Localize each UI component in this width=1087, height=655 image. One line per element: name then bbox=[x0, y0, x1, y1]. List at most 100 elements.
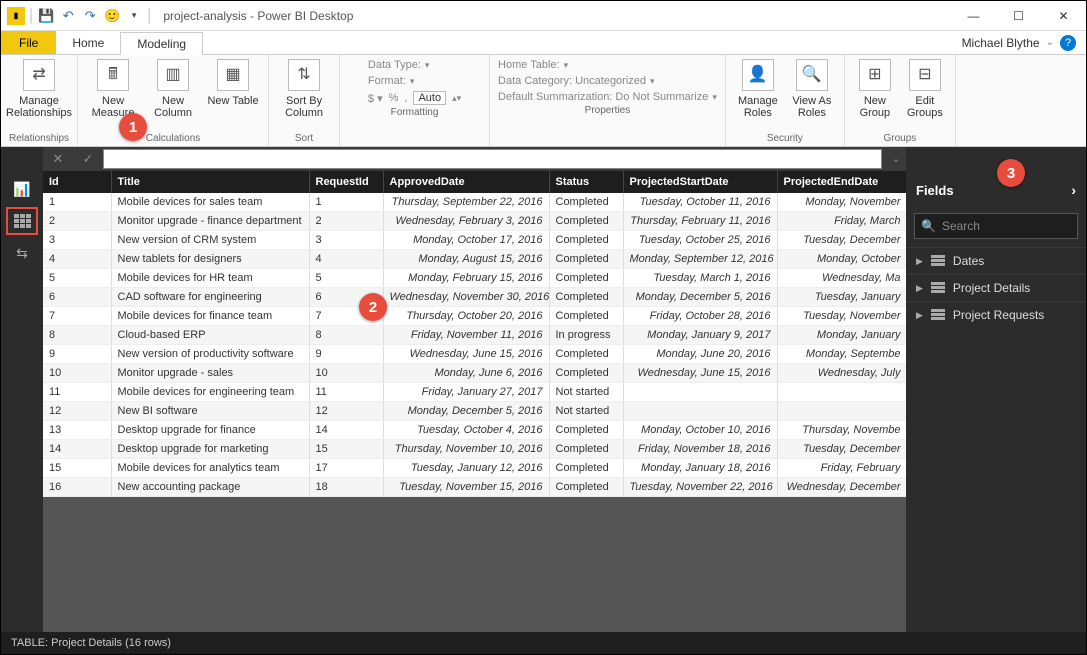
cell-projectedstartdate: Wednesday, June 15, 2016 bbox=[623, 364, 777, 383]
table-row[interactable]: 8Cloud-based ERP8Friday, November 11, 20… bbox=[43, 326, 906, 345]
home-table-dropdown[interactable]: Home Table: ▾ bbox=[498, 59, 568, 71]
col-header-title[interactable]: Title bbox=[111, 171, 309, 193]
field-table-item[interactable]: ▶Project Details bbox=[906, 274, 1086, 301]
ribbon-group-relationships: ⇄ Manage Relationships Relationships bbox=[1, 55, 78, 146]
col-header-status[interactable]: Status bbox=[549, 171, 623, 193]
cell-requestid: 14 bbox=[309, 421, 383, 440]
table-row[interactable]: 10Monitor upgrade - sales10Monday, June … bbox=[43, 364, 906, 383]
table-row[interactable]: 5Mobile devices for HR team5Monday, Febr… bbox=[43, 269, 906, 288]
field-table-label: Dates bbox=[953, 254, 984, 268]
undo-icon[interactable]: ↶ bbox=[59, 7, 77, 25]
decimal-places[interactable]: Auto bbox=[413, 91, 446, 105]
table-row[interactable]: 15Mobile devices for analytics team17Tue… bbox=[43, 459, 906, 478]
formula-input[interactable] bbox=[103, 149, 882, 169]
cell-title: Mobile devices for finance team bbox=[111, 307, 309, 326]
new-table-button[interactable]: ▦New Table bbox=[206, 59, 260, 107]
formula-cancel-icon[interactable]: ✕ bbox=[43, 151, 73, 167]
col-header-requestid[interactable]: RequestId bbox=[309, 171, 383, 193]
tab-home[interactable]: Home bbox=[56, 31, 120, 54]
cell-projectedstartdate bbox=[623, 383, 777, 402]
new-column-button[interactable]: ▥New Column bbox=[146, 59, 200, 119]
table-row[interactable]: 13Desktop upgrade for finance14Tuesday, … bbox=[43, 421, 906, 440]
maximize-button[interactable]: ☐ bbox=[996, 1, 1041, 31]
table-row[interactable]: 3New version of CRM system3Monday, Octob… bbox=[43, 231, 906, 250]
window-title: project-analysis - Power BI Desktop bbox=[151, 9, 951, 23]
table-row[interactable]: 1Mobile devices for sales team1Thursday,… bbox=[43, 193, 906, 212]
manage-relationships-button[interactable]: ⇄ Manage Relationships bbox=[12, 59, 66, 119]
cell-approveddate: Tuesday, January 12, 2016 bbox=[383, 459, 549, 478]
fields-search[interactable]: 🔍 Search bbox=[914, 213, 1078, 239]
table-row[interactable]: 14Desktop upgrade for marketing15Thursda… bbox=[43, 440, 906, 459]
data-category-dropdown[interactable]: Data Category: Uncategorized ▾ bbox=[498, 75, 655, 87]
cell-status: Completed bbox=[549, 421, 623, 440]
user-account[interactable]: Michael Blythe ⌄ ? bbox=[962, 31, 1086, 54]
minimize-button[interactable]: — bbox=[951, 1, 996, 31]
sort-by-column-button[interactable]: ⇅Sort By Column bbox=[277, 59, 331, 119]
cell-requestid: 9 bbox=[309, 345, 383, 364]
ribbon-group-label: Groups bbox=[883, 131, 916, 144]
new-measure-button[interactable]: 🖩New Measure bbox=[86, 59, 140, 119]
table-row[interactable]: 11Mobile devices for engineering team11F… bbox=[43, 383, 906, 402]
cell-title: Monitor upgrade - finance department bbox=[111, 212, 309, 231]
tab-modeling[interactable]: Modeling bbox=[120, 32, 203, 55]
report-view-button[interactable]: 📊 bbox=[8, 177, 36, 201]
table-row[interactable]: 9New version of productivity software9We… bbox=[43, 345, 906, 364]
cell-approveddate: Monday, October 17, 2016 bbox=[383, 231, 549, 250]
ribbon-group-label: Security bbox=[767, 131, 803, 144]
title-bar: ▮ | 💾 ↶ ↷ 🙂 ▾ | project-analysis - Power… bbox=[1, 1, 1086, 31]
chevron-right-icon[interactable]: › bbox=[1071, 182, 1076, 198]
currency-button[interactable]: $ ▾ bbox=[368, 92, 383, 105]
col-header-approveddate[interactable]: ApprovedDate bbox=[383, 171, 549, 193]
qat-dropdown-icon[interactable]: ▾ bbox=[125, 7, 143, 25]
cell-id: 6 bbox=[43, 288, 111, 307]
cell-projectedstartdate: Tuesday, March 1, 2016 bbox=[623, 269, 777, 288]
help-icon[interactable]: ? bbox=[1060, 35, 1076, 51]
close-button[interactable]: ✕ bbox=[1041, 1, 1086, 31]
edit-groups-button[interactable]: ⊟Edit Groups bbox=[903, 59, 947, 119]
table-row[interactable]: 2Monitor upgrade - finance department2We… bbox=[43, 212, 906, 231]
col-header-id[interactable]: Id bbox=[43, 171, 111, 193]
view-as-roles-button[interactable]: 🔍View As Roles bbox=[788, 59, 836, 119]
table-row[interactable]: 6CAD software for engineering6Wednesday,… bbox=[43, 288, 906, 307]
cell-title: Mobile devices for engineering team bbox=[111, 383, 309, 402]
col-header-projectedstartdate[interactable]: ProjectedStartDate bbox=[623, 171, 777, 193]
data-table[interactable]: Id Title RequestId ApprovedDate Status P… bbox=[43, 171, 906, 497]
comma-button[interactable]: , bbox=[404, 92, 407, 104]
cell-status: Completed bbox=[549, 478, 623, 497]
ribbon-group-label: Sort bbox=[295, 131, 313, 144]
edit-groups-icon: ⊟ bbox=[909, 59, 941, 91]
table-row[interactable]: 7Mobile devices for finance team7Thursda… bbox=[43, 307, 906, 326]
chevron-down-icon: ▾ bbox=[564, 60, 569, 71]
stepper-icon[interactable]: ▴▾ bbox=[452, 93, 461, 104]
formula-expand-icon[interactable]: ⌄ bbox=[886, 154, 906, 165]
cell-projectedenddate bbox=[777, 383, 906, 402]
ribbon-group-formatting: Data Type: ▾ Format: ▾ $ ▾ % , Auto ▴▾ F… bbox=[340, 55, 490, 146]
cell-projectedenddate: Wednesday, July bbox=[777, 364, 906, 383]
format-dropdown[interactable]: Format: ▾ bbox=[368, 75, 414, 87]
save-icon[interactable]: 💾 bbox=[37, 7, 55, 25]
field-table-item[interactable]: ▶Dates bbox=[906, 247, 1086, 274]
cell-approveddate: Thursday, November 10, 2016 bbox=[383, 440, 549, 459]
col-header-projectedenddate[interactable]: ProjectedEndDate bbox=[777, 171, 906, 193]
field-table-item[interactable]: ▶Project Requests bbox=[906, 301, 1086, 328]
formula-commit-icon[interactable]: ✓ bbox=[73, 151, 103, 167]
view-rail: 📊 ⇆ bbox=[1, 171, 43, 634]
tab-file[interactable]: File bbox=[1, 31, 56, 54]
status-text: TABLE: Project Details (16 rows) bbox=[11, 637, 171, 649]
data-view-button[interactable] bbox=[8, 209, 36, 233]
manage-roles-button[interactable]: 👤Manage Roles bbox=[734, 59, 782, 119]
cell-id: 7 bbox=[43, 307, 111, 326]
table-row[interactable]: 4New tablets for designers4Monday, Augus… bbox=[43, 250, 906, 269]
percent-button[interactable]: % bbox=[389, 92, 399, 104]
new-group-button[interactable]: ⊞New Group bbox=[853, 59, 897, 119]
chevron-down-icon: ▾ bbox=[650, 76, 655, 87]
smiley-icon[interactable]: 🙂 bbox=[103, 7, 121, 25]
cell-approveddate: Wednesday, November 30, 2016 bbox=[383, 288, 549, 307]
default-summarization-dropdown[interactable]: Default Summarization: Do Not Summarize … bbox=[498, 91, 717, 103]
cell-approveddate: Monday, August 15, 2016 bbox=[383, 250, 549, 269]
redo-icon[interactable]: ↷ bbox=[81, 7, 99, 25]
model-view-button[interactable]: ⇆ bbox=[8, 241, 36, 265]
table-row[interactable]: 16New accounting package18Tuesday, Novem… bbox=[43, 478, 906, 497]
data-type-dropdown[interactable]: Data Type: ▾ bbox=[368, 59, 430, 71]
table-row[interactable]: 12New BI software12Monday, December 5, 2… bbox=[43, 402, 906, 421]
